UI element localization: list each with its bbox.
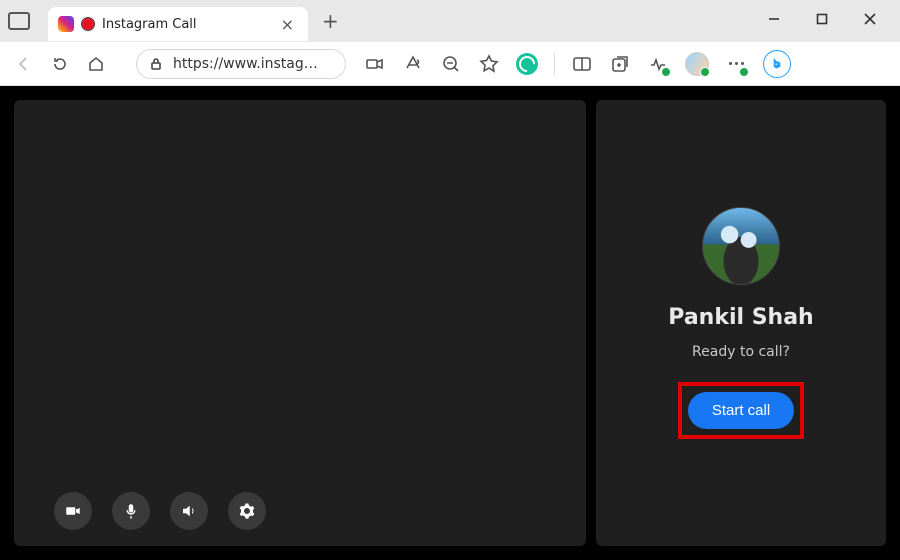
volume-button[interactable] [170,492,208,530]
more-button[interactable] [725,53,747,75]
settings-button[interactable] [228,492,266,530]
call-prompt: Ready to call? [692,344,790,360]
mic-toggle-button[interactable] [112,492,150,530]
new-tab-button[interactable]: + [314,5,347,37]
highlight-box: Start call [678,382,804,439]
lock-icon [149,57,163,71]
toolbar: https://www.instag… [0,42,900,86]
home-button[interactable] [84,52,108,76]
bing-chat-icon[interactable] [763,50,791,78]
toolbar-actions [364,50,791,78]
window-controls [760,13,892,29]
start-call-button[interactable]: Start call [688,392,794,429]
favorite-icon[interactable] [478,53,500,75]
contact-name: Pankil Shah [668,305,813,330]
tab-actions-icon[interactable] [8,12,30,30]
contact-avatar [702,207,780,285]
address-bar[interactable]: https://www.instag… [136,49,346,79]
peer-pane: Pankil Shah Ready to call? Start call [596,100,886,546]
instagram-icon [58,16,74,32]
titlebar: Instagram Call × + [0,0,900,42]
video-toggle-button[interactable] [54,492,92,530]
profile-avatar[interactable] [685,52,709,76]
window-close-button[interactable] [856,13,884,29]
split-screen-icon[interactable] [571,53,593,75]
tab-instagram-call[interactable]: Instagram Call × [48,7,308,41]
performance-icon[interactable] [647,53,669,75]
address-text: https://www.instag… [173,56,318,72]
zoom-out-icon[interactable] [440,53,462,75]
record-icon [82,18,94,30]
self-video-pane [14,100,586,546]
read-aloud-icon[interactable] [402,53,424,75]
camera-permission-icon[interactable] [364,53,386,75]
tab-strip: Instagram Call × + [8,1,347,41]
page-viewport: Pankil Shah Ready to call? Start call [0,86,900,560]
window-maximize-button[interactable] [808,13,836,29]
collections-icon[interactable] [609,53,631,75]
refresh-button[interactable] [48,52,72,76]
grammarly-icon[interactable] [516,53,538,75]
tab-title: Instagram Call [102,17,269,32]
window-minimize-button[interactable] [760,13,788,29]
tab-close-button[interactable]: × [277,15,298,34]
toolbar-divider [554,54,555,74]
call-controls [14,492,586,546]
back-button[interactable] [12,52,36,76]
